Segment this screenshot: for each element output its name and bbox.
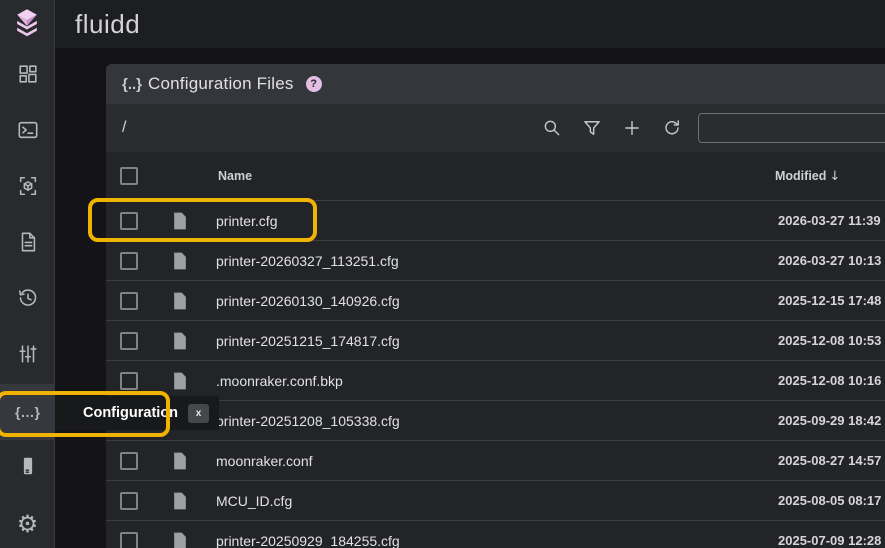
sidebar-tooltip-configuration: Configuration x (55, 396, 219, 430)
file-row[interactable]: moonraker.conf 2025-08-27 14:57 (106, 440, 885, 480)
column-header-modified[interactable]: Modified↓ (775, 169, 840, 184)
sidebar-item-tune[interactable] (0, 328, 55, 384)
panel-title: Configuration Files (148, 74, 294, 94)
tooltip-label: Configuration (83, 405, 178, 421)
file-row[interactable]: printer-20251208_105338.cfg 2025-09-29 1… (106, 400, 885, 440)
gear-icon: ⚙ (17, 512, 39, 536)
sidebar-item-configuration[interactable]: {…} (0, 384, 55, 440)
file-name: .moonraker.conf.bkp (216, 373, 343, 389)
row-checkbox[interactable] (120, 292, 138, 310)
sidebar-item-gcode-preview[interactable] (0, 160, 55, 216)
file-name: MCU_ID.cfg (216, 493, 292, 509)
filter-button[interactable] (572, 108, 612, 148)
file-document-icon (17, 231, 39, 258)
filter-icon (582, 118, 602, 138)
fluidd-logo[interactable] (0, 0, 55, 48)
file-icon (170, 291, 190, 311)
row-checkbox[interactable] (120, 212, 138, 230)
file-name: printer-20250929_184255.cfg (216, 533, 400, 548)
sidebar-item-dashboard[interactable] (0, 48, 55, 104)
search-icon (542, 118, 562, 138)
file-modified: 2025-07-09 12:28 (778, 533, 881, 548)
dashboard-icon (17, 63, 39, 90)
file-name: moonraker.conf (216, 453, 313, 469)
file-browser-toolbar: / (106, 104, 885, 152)
braces-icon: {…} (15, 404, 40, 420)
row-checkbox[interactable] (120, 492, 138, 510)
sidebar-item-jobs[interactable] (0, 216, 55, 272)
column-header-name[interactable]: Name (218, 169, 252, 183)
layers-logo-icon (12, 8, 42, 40)
search-input[interactable] (698, 113, 885, 143)
file-row[interactable]: printer-20250929_184255.cfg 2025-07-09 1… (106, 520, 885, 548)
row-checkbox[interactable] (120, 332, 138, 350)
file-row[interactable]: printer-20260327_113251.cfg 2026-03-27 1… (106, 240, 885, 280)
file-row[interactable]: .moonraker.conf.bkp 2025-12-08 10:16 (106, 360, 885, 400)
top-app-bar: fluidd (0, 0, 885, 48)
sidebar-item-console[interactable] (0, 104, 55, 160)
file-modified: 2025-12-15 17:48 (778, 293, 881, 308)
file-name: printer-20251215_174817.cfg (216, 333, 400, 349)
refresh-button[interactable] (652, 108, 692, 148)
sort-descending-icon: ↓ (829, 169, 840, 184)
row-checkbox[interactable] (120, 452, 138, 470)
file-icon (170, 531, 190, 548)
braces-icon: {..} (122, 76, 142, 93)
table-header: Name Modified↓ (106, 152, 885, 200)
sidebar-nav: {…} ⚙ (0, 48, 55, 548)
file-name: printer.cfg (216, 213, 277, 229)
help-icon[interactable]: ? (306, 76, 322, 92)
row-checkbox[interactable] (120, 532, 138, 548)
file-name: printer-20260327_113251.cfg (216, 253, 399, 269)
file-modified: 2025-09-29 18:42 (778, 413, 881, 428)
tune-icon (17, 343, 39, 370)
file-icon (170, 451, 190, 471)
sidebar-item-system[interactable] (0, 440, 55, 496)
current-path: / (122, 119, 126, 137)
add-file-button[interactable] (612, 108, 652, 148)
console-icon (17, 119, 39, 146)
file-icon (170, 491, 190, 511)
cube-scan-icon (17, 175, 39, 202)
plus-icon (622, 118, 642, 138)
file-row[interactable]: printer.cfg 2026-03-27 11:39 (106, 200, 885, 240)
sidebar-item-settings[interactable]: ⚙ (0, 496, 55, 548)
row-checkbox[interactable] (120, 252, 138, 270)
file-row[interactable]: printer-20251215_174817.cfg 2025-12-08 1… (106, 320, 885, 360)
file-modified: 2025-08-05 08:17 (778, 493, 881, 508)
file-row[interactable]: MCU_ID.cfg 2025-08-05 08:17 (106, 480, 885, 520)
search-button[interactable] (532, 108, 572, 148)
configuration-files-panel: {..} Configuration Files ? / (106, 64, 885, 548)
sidebar-item-history[interactable] (0, 272, 55, 328)
file-modified: 2026-03-27 10:13 (778, 253, 881, 268)
file-modified: 2025-08-27 14:57 (778, 453, 881, 468)
panel-header: {..} Configuration Files ? (106, 64, 885, 104)
row-checkbox[interactable] (120, 372, 138, 390)
file-row[interactable]: printer-20260130_140926.cfg 2025-12-15 1… (106, 280, 885, 320)
app-title: fluidd (75, 9, 140, 40)
file-modified: 2025-12-08 10:16 (778, 373, 881, 388)
server-icon (17, 455, 39, 482)
keyboard-hint-badge: x (188, 404, 209, 423)
file-name: printer-20251208_105338.cfg (216, 413, 400, 429)
file-icon (170, 371, 190, 391)
file-icon (170, 251, 190, 271)
file-icon (170, 211, 190, 231)
refresh-icon (662, 118, 682, 138)
file-icon (170, 331, 190, 351)
file-modified: 2026-03-27 11:39 (778, 213, 881, 228)
history-icon (17, 287, 39, 314)
file-name: printer-20260130_140926.cfg (216, 293, 400, 309)
select-all-checkbox[interactable] (120, 167, 138, 185)
file-modified: 2025-12-08 10:53 (778, 333, 881, 348)
